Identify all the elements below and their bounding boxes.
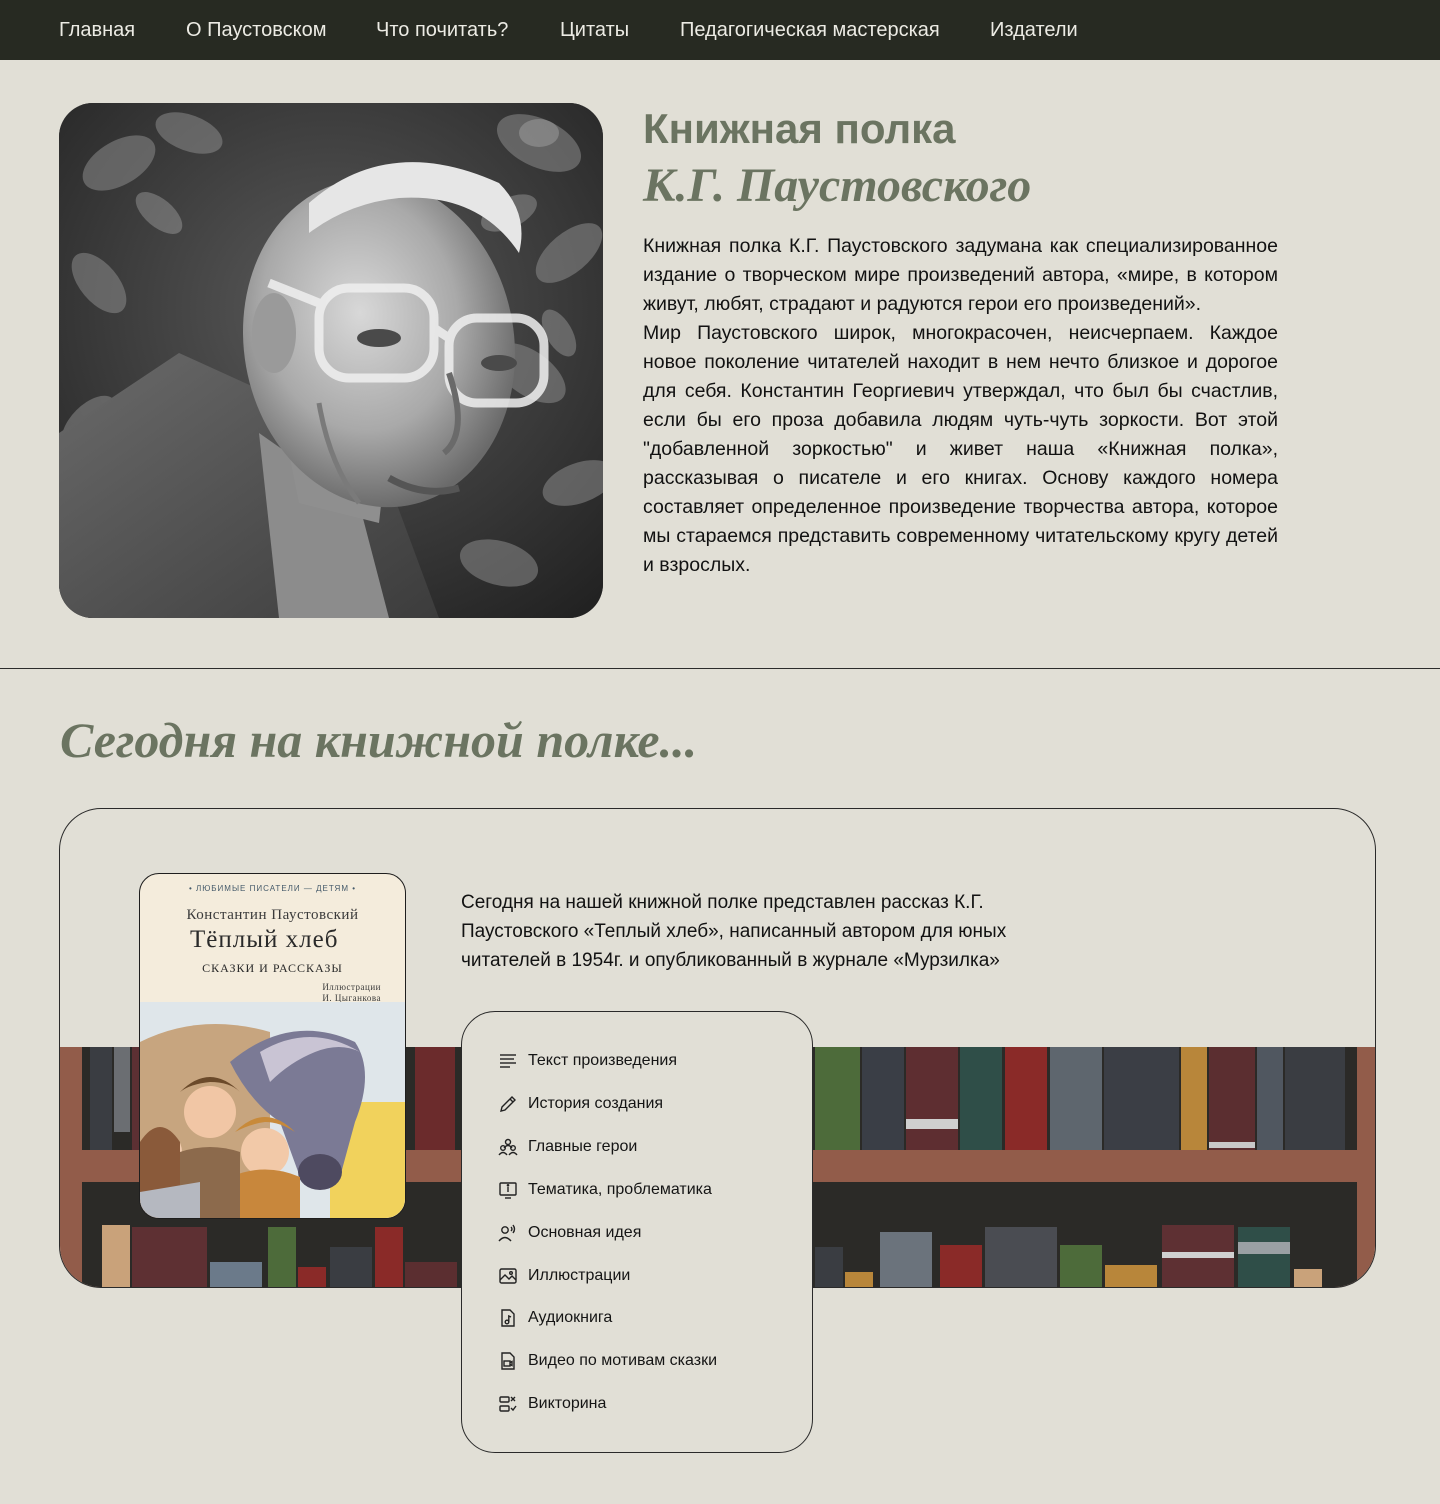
menu-item-audiobook[interactable]: Аудиокнига [498,1306,612,1330]
menu-item-label: Тематика, проблематика [528,1181,712,1198]
menu-item-label: Текст произведения [528,1052,677,1069]
menu-item-main-idea[interactable]: Основная идея [498,1221,641,1245]
top-navigation: Главная О Паустовском Что почитать? Цита… [0,0,1440,60]
menu-item-history[interactable]: История создания [498,1092,663,1116]
menu-item-label: Иллюстрации [528,1267,631,1284]
menu-item-illustrations[interactable]: Иллюстрации [498,1264,630,1288]
cover-illustrator-line-1: Иллюстрации [322,982,381,992]
hero-title: Книжная полка [643,105,956,152]
menu-item-video[interactable]: Видео по мотивам сказки [498,1349,717,1373]
section-title-today: Сегодня на книжной полке... [60,712,698,768]
nav-item-quotes[interactable]: Цитаты [560,18,629,42]
cover-subtitle: СКАЗКИ И РАССКАЗЫ [202,961,343,975]
hero-description: Книжная полка К.Г. Паустовского задумана… [643,232,1278,580]
menu-item-themes[interactable]: Тематика, проблематика [498,1178,712,1202]
cover-author: Константин Паустовский [186,907,359,923]
book-cover[interactable]: • ЛЮБИМЫЕ ПИСАТЕЛИ — ДЕТЯМ • Константин … [139,873,406,1219]
today-description: Сегодня на нашей книжной полке представл… [461,892,1007,971]
image-icon [498,1266,518,1286]
menu-item-quiz[interactable]: Викторина [498,1392,606,1416]
video-file-icon [498,1351,518,1371]
hero-paragraph-1: Книжная полка К.Г. Паустовского задумана… [643,235,1278,315]
nav-item-pedagogical-workshop[interactable]: Педагогическая мастерская [680,18,940,42]
speaking-person-icon [498,1223,518,1243]
book-materials-menu: Текст произведения История создания Глав… [461,1011,813,1453]
cover-series: • ЛЮБИМЫЕ ПИСАТЕЛИ — ДЕТЯМ • [188,884,357,893]
menu-item-characters[interactable]: Главные герои [498,1135,637,1159]
text-lines-icon [498,1051,518,1071]
menu-item-label: Основная идея [528,1224,642,1241]
cover-illustrator: Иллюстрации И. Цыганкова [322,982,381,1004]
nav-item-about-paustovsky[interactable]: О Паустовском [186,18,326,42]
nav-item-publishers[interactable]: Издатели [990,18,1078,42]
section-divider [0,668,1440,669]
people-icon [498,1137,518,1157]
menu-item-label: История создания [528,1095,664,1112]
menu-item-label: Аудиокнига [528,1309,613,1326]
hero-subtitle: К.Г. Паустовского [643,159,1032,212]
author-portrait [59,103,603,618]
cover-title: Тёплый хлеб [190,926,339,953]
menu-item-label: Главные герои [528,1138,638,1155]
info-board-icon [498,1180,518,1200]
hero-paragraph-2: Мир Паустовского широк, многокрасочен, н… [643,322,1278,576]
audio-file-icon [498,1308,518,1328]
nav-item-home[interactable]: Главная [59,18,135,42]
menu-item-text[interactable]: Текст произведения [498,1049,677,1073]
menu-item-label: Викторина [528,1395,607,1412]
nav-item-what-to-read[interactable]: Что почитать? [376,18,508,42]
menu-item-label: Видео по мотивам сказки [528,1352,718,1369]
cover-illustration [140,1002,405,1218]
pencil-icon [498,1094,518,1114]
quiz-icon [498,1394,518,1414]
